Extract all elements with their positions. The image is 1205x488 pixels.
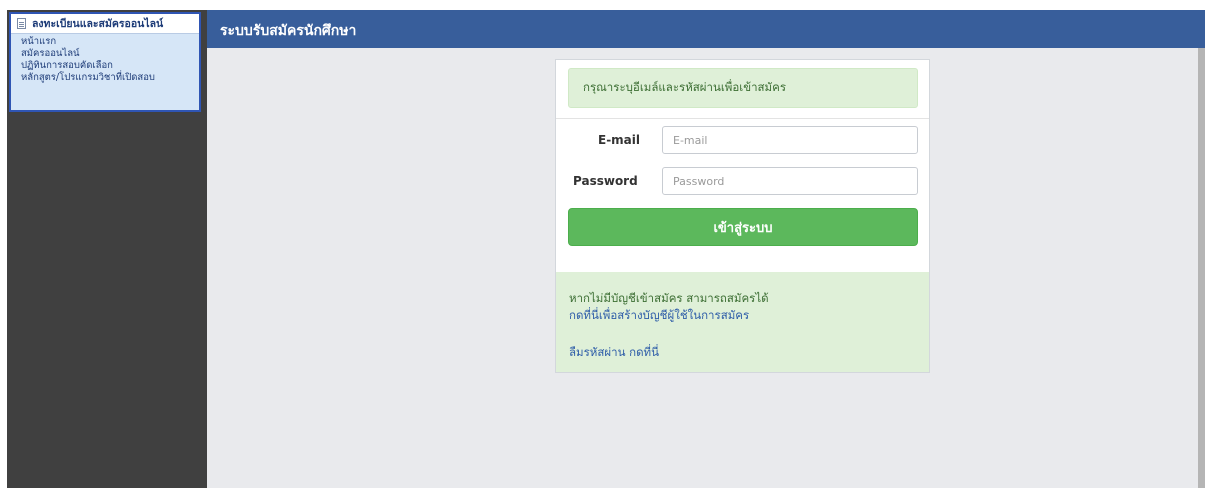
- header-bar: ระบบรับสมัครนักศึกษา: [207, 10, 1205, 48]
- email-label: E-mail: [598, 133, 641, 147]
- login-button[interactable]: เข้าสู่ระบบ: [568, 208, 918, 246]
- document-icon: [17, 18, 26, 29]
- sidebar-item-apply-online[interactable]: สมัครออนไลน์: [21, 48, 199, 60]
- scrollbar[interactable]: [1198, 48, 1205, 488]
- create-account-link[interactable]: กดที่นี่เพื่อสร้างบัญชีผู้ใช้ในการสมัคร: [569, 307, 749, 325]
- login-panel: กรุณาระบุอีเมล์และรหัสผ่านเพื่อเข้าสมัคร…: [555, 59, 930, 373]
- no-account-text: หากไม่มีบัญชีเข้าสมัคร สามารถสมัครได้: [569, 291, 769, 305]
- sidebar-item-home[interactable]: หน้าแรก: [21, 36, 199, 48]
- sidebar-menu-header[interactable]: ลงทะเบียนและสมัครออนไลน์: [11, 14, 199, 34]
- sidebar-menu-header-label: ลงทะเบียนและสมัครออนไลน์: [32, 18, 164, 30]
- sidebar-item-exam-calendar[interactable]: ปฏิทินการสอบคัดเลือก: [21, 60, 199, 72]
- sidebar-item-programs[interactable]: หลักสูตร/โปรแกรมวิชาที่เปิดสอบ: [21, 72, 199, 84]
- forgot-password-link[interactable]: ลืมรหัสผ่าน กดที่นี่: [569, 344, 659, 362]
- divider: [556, 118, 929, 119]
- sidebar: ลงทะเบียนและสมัครออนไลน์ หน้าแรก สมัครออ…: [7, 10, 207, 488]
- password-field[interactable]: [662, 167, 918, 195]
- register-info: หากไม่มีบัญชีเข้าสมัคร สามารถสมัครได้ กด…: [556, 272, 929, 372]
- email-field[interactable]: [662, 126, 918, 154]
- login-message: กรุณาระบุอีเมล์และรหัสผ่านเพื่อเข้าสมัคร: [568, 68, 918, 108]
- sidebar-menu: ลงทะเบียนและสมัครออนไลน์ หน้าแรก สมัครออ…: [9, 12, 201, 112]
- login-message-text: กรุณาระบุอีเมล์และรหัสผ่านเพื่อเข้าสมัคร: [583, 80, 786, 94]
- page-title: ระบบรับสมัครนักศึกษา: [220, 23, 357, 39]
- sidebar-menu-list: หน้าแรก สมัครออนไลน์ ปฏิทินการสอบคัดเลือ…: [11, 34, 199, 84]
- password-label: Password: [573, 174, 638, 188]
